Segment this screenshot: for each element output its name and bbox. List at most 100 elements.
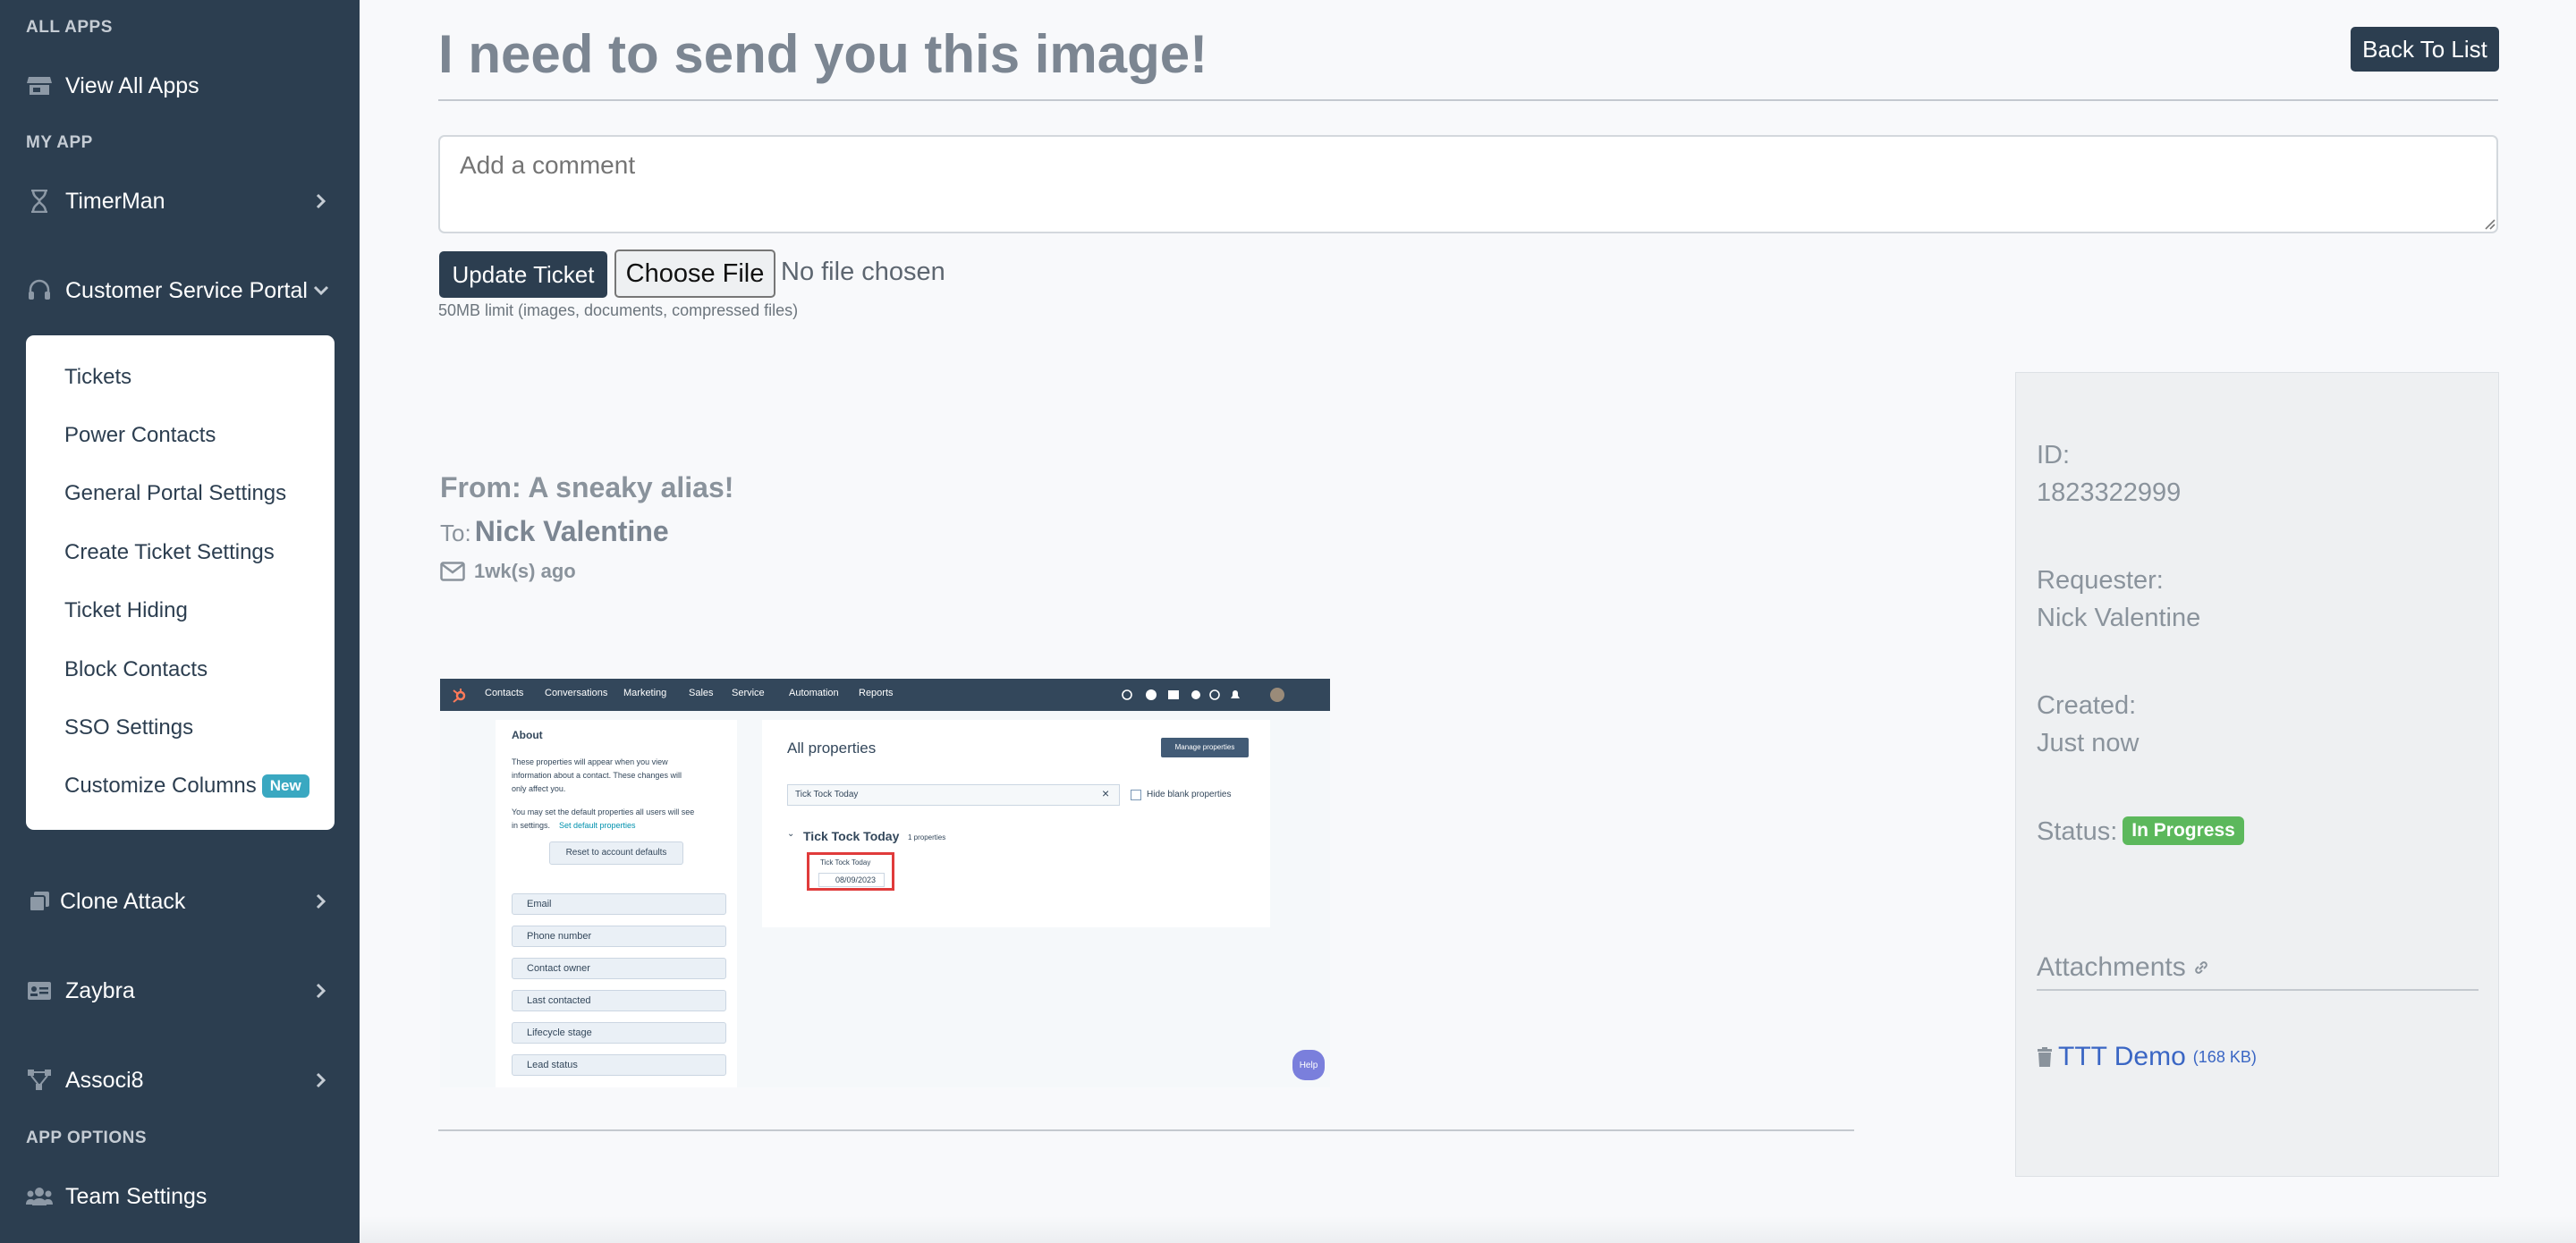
to-name: Nick Valentine [474, 515, 669, 547]
network-icon [26, 1067, 53, 1094]
sidebar-item-view-all-apps[interactable]: View All Apps [0, 59, 360, 113]
sidebar-item-label: Customer Service Portal [65, 277, 308, 303]
embedded-nav-item: Automation [789, 688, 839, 698]
message-to: To: Nick Valentine [440, 515, 669, 548]
embedded-nav-item: Marketing [623, 688, 667, 698]
property-row: Lead status [512, 1054, 726, 1076]
sidebar-item-label: TimerMan [65, 188, 165, 214]
choose-file-button[interactable]: Choose File [614, 249, 775, 298]
sidebar-item-customer-service-portal[interactable]: Customer Service Portal [0, 264, 360, 317]
about-text: in settings. [512, 821, 551, 830]
envelope-icon [440, 562, 465, 581]
property-row: Last contacted [512, 990, 726, 1011]
sidebar-item-associ8[interactable]: Associ8 [0, 1053, 360, 1107]
all-apps-heading: ALL APPS [26, 18, 113, 37]
group-name: Tick Tock Today [803, 829, 900, 843]
about-text: only affect you. [512, 784, 566, 793]
submenu-item-general-portal-settings[interactable]: General Portal Settings [64, 481, 286, 506]
chevron-down-icon: ⌄ [787, 829, 795, 839]
property-row: Email [512, 893, 726, 915]
chevron-right-icon [311, 892, 331, 911]
submenu-item-tickets[interactable]: Tickets [64, 365, 131, 390]
embedded-nav-item: Service [732, 688, 765, 698]
submenu-item-create-ticket-settings[interactable]: Create Ticket Settings [64, 540, 275, 565]
requester-label: Requester: [2037, 566, 2164, 595]
sidebar-item-clone-attack[interactable]: Clone Attack [0, 875, 360, 928]
attachments-heading: Attachments [2037, 952, 2209, 983]
ticket-info-panel: ID: 1823322999 Requester: Nick Valentine… [2015, 372, 2499, 1177]
trash-icon[interactable] [2037, 1047, 2053, 1067]
message-from: From: A sneaky alias! [440, 471, 734, 503]
comment-input[interactable] [438, 135, 2498, 233]
embedded-help-bubble: Help [1292, 1050, 1325, 1080]
sidebar-item-label: Zaybra [65, 977, 135, 1003]
submenu-item-sso-settings[interactable]: SSO Settings [64, 715, 193, 740]
id-card-icon [26, 977, 53, 1004]
page-title: I need to send you this image! [438, 24, 1208, 84]
status-label: Status: [2037, 817, 2118, 846]
created-value: Just now [2037, 729, 2140, 757]
checkbox-icon [1131, 790, 1141, 800]
reset-button: Reset to account defaults [549, 841, 683, 865]
sidebar-item-label: Associ8 [65, 1067, 144, 1093]
customer-service-portal-submenu: Tickets Power Contacts General Portal Se… [26, 335, 335, 830]
status-row: Status: In Progress [2037, 816, 2244, 847]
submenu-item-block-contacts[interactable]: Block Contacts [64, 657, 208, 682]
embedded-search: Tick Tock Today [787, 784, 1120, 806]
update-ticket-button[interactable]: Update Ticket [439, 251, 607, 298]
back-to-list-button[interactable]: Back To List [2351, 27, 2499, 72]
chevron-down-icon [311, 281, 331, 300]
chevron-right-icon [311, 1070, 331, 1090]
attachment-link[interactable]: TTT Demo [2058, 1042, 2186, 1072]
property-row: Contact owner [512, 958, 726, 979]
to-label: To: [440, 520, 471, 546]
attachment-item: TTT Demo (168 KB) [2037, 1042, 2257, 1072]
manage-properties-button: Manage properties [1161, 738, 1249, 757]
embedded-nav-item: Contacts [485, 688, 524, 698]
id-value: 1823322999 [2037, 478, 2182, 507]
clear-icon: × [1102, 786, 1110, 800]
submenu-item-label: Customize Columns [64, 774, 257, 798]
property-row: Lifecycle stage [512, 1022, 726, 1044]
requester-value: Nick Valentine [2037, 604, 2201, 632]
sidebar-item-zaybra[interactable]: Zaybra [0, 964, 360, 1018]
sidebar-item-timerman[interactable]: TimerMan [0, 174, 360, 228]
message-image[interactable]: Contacts Conversations Marketing Sales S… [440, 679, 1330, 1087]
sidebar-item-team-settings[interactable]: Team Settings [0, 1170, 360, 1223]
divider [2037, 989, 2479, 991]
embedded-nav-item: Conversations [545, 688, 608, 698]
field-value: 08/09/2023 [818, 873, 885, 887]
attachments-label: Attachments [2037, 952, 2186, 982]
all-properties-title: All properties [787, 740, 877, 757]
about-link: Set default properties [559, 821, 636, 830]
hubspot-logo-icon [453, 689, 466, 703]
status-badge: In Progress [2123, 816, 2244, 845]
submenu-item-customize-columns[interactable]: Customize Columns New [64, 774, 309, 799]
embedded-nav-item: Reports [859, 688, 894, 698]
about-text: These properties will appear when you vi… [512, 757, 668, 766]
attachment-size: (168 KB) [2192, 1047, 2257, 1066]
group-count: 1 properties [908, 833, 946, 841]
embedded-nav-icons [1122, 688, 1284, 702]
my-app-heading: MY APP [26, 133, 93, 152]
hourglass-icon [26, 188, 53, 215]
embedded-nav-item: Sales [689, 688, 714, 698]
about-text: information about a contact. These chang… [512, 771, 682, 780]
about-title: About [512, 729, 543, 741]
hide-blank-label: Hide blank properties [1147, 790, 1232, 799]
new-badge: New [261, 774, 309, 798]
app-options-heading: APP OPTIONS [26, 1129, 148, 1147]
divider [438, 99, 2498, 101]
store-icon [26, 72, 53, 99]
message-timestamp: 1wk(s) ago [440, 560, 576, 583]
embedded-about-panel: About These properties will appear when … [496, 720, 737, 1087]
submenu-item-power-contacts[interactable]: Power Contacts [64, 423, 216, 448]
users-icon [26, 1183, 53, 1210]
resize-handle-icon[interactable] [2483, 217, 2496, 230]
headset-icon [26, 277, 53, 304]
submenu-item-ticket-hiding[interactable]: Ticket Hiding [64, 598, 188, 623]
embedded-nav-bar: Contacts Conversations Marketing Sales S… [440, 679, 1330, 711]
about-text: You may set the default properties all u… [512, 808, 695, 816]
sidebar-item-label: Team Settings [65, 1183, 208, 1209]
property-row: Phone number [512, 926, 726, 947]
